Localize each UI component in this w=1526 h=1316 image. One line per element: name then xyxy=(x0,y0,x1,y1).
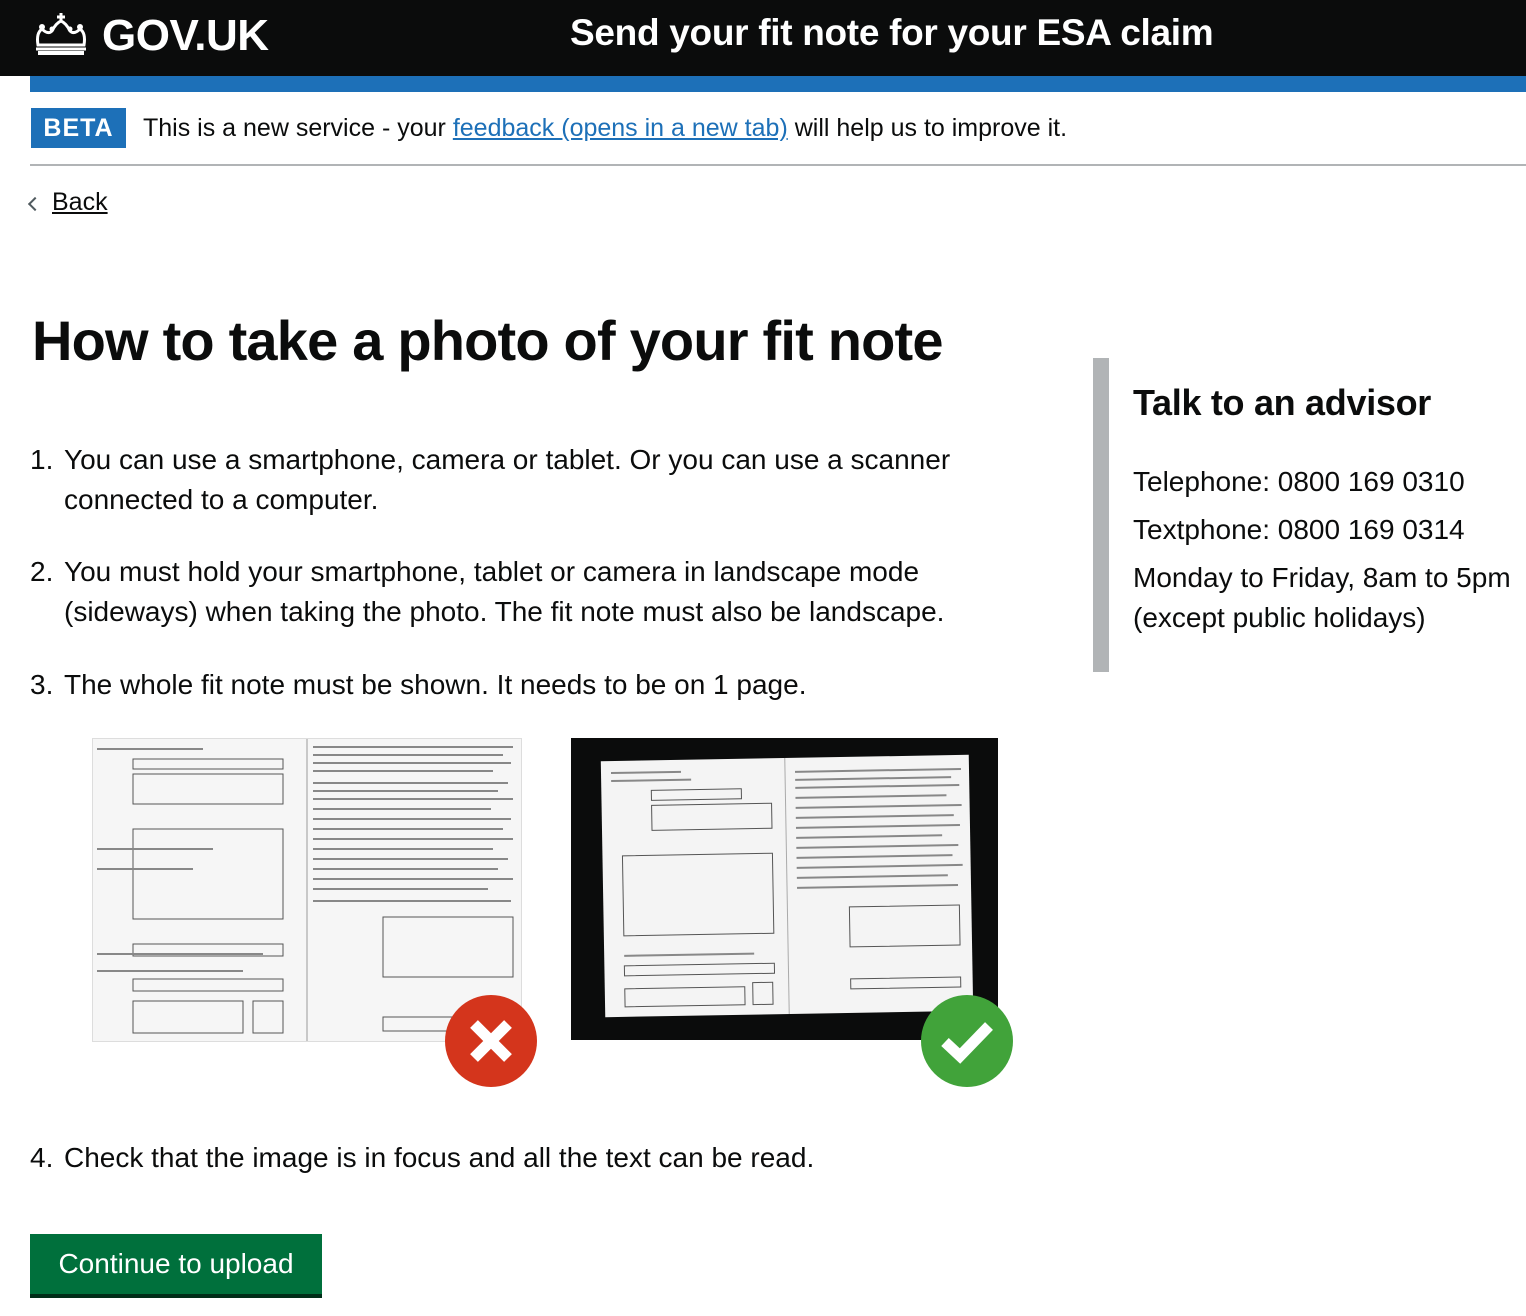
list-text: You can use a smartphone, camera or tabl… xyxy=(64,444,951,515)
govuk-logo-link[interactable]: GOV.UK xyxy=(30,8,269,64)
list-text: The whole fit note must be shown. It nee… xyxy=(64,669,807,700)
fit-note-paper xyxy=(600,754,974,1018)
list-number: 4. xyxy=(30,1142,54,1173)
crown-icon xyxy=(30,11,92,62)
fit-note-correct-example xyxy=(571,738,998,1040)
list-text: You must hold your smartphone, tablet or… xyxy=(64,556,945,627)
telephone-text: Telephone: 0800 169 0310 xyxy=(1133,466,1465,497)
back-link-container: Back xyxy=(27,188,108,217)
feedback-link[interactable]: feedback (opens in a new tab) xyxy=(453,114,788,142)
fit-note-form-illustration xyxy=(610,758,963,1014)
phase-banner-text: This is a new service - your feedback (o… xyxy=(143,114,1067,143)
cross-icon xyxy=(445,995,537,1087)
phase-banner: BETA This is a new service - your feedba… xyxy=(30,108,1526,166)
phase-text-before: This is a new service - your xyxy=(143,114,446,142)
contact-sidebar: Talk to an advisor Telephone: 0800 169 0… xyxy=(1093,358,1526,672)
fit-note-form-illustration xyxy=(93,739,521,1041)
header-blue-bar xyxy=(30,76,1526,92)
opening-hours-note: (except public holidays) xyxy=(1133,602,1426,633)
logo-text: GOV.UK xyxy=(102,11,269,60)
list-number: 2. xyxy=(30,556,54,587)
beta-tag: BETA xyxy=(31,108,126,148)
sidebar-title: Talk to an advisor xyxy=(1133,382,1432,423)
back-link[interactable]: Back xyxy=(52,188,108,217)
list-text: Check that the image is in focus and all… xyxy=(64,1142,815,1173)
chevron-left-icon xyxy=(27,196,43,211)
phase-text-after: will help us to improve it. xyxy=(794,114,1068,142)
list-number: 3. xyxy=(30,669,54,700)
textphone-text: Textphone: 0800 169 0314 xyxy=(1133,514,1465,545)
list-number: 1. xyxy=(30,444,54,475)
fit-note-cropped-example xyxy=(92,738,522,1042)
page-title: How to take a photo of your fit note xyxy=(32,309,944,372)
opening-hours-text: Monday to Friday, 8am to 5pm xyxy=(1133,562,1511,593)
tick-icon xyxy=(921,995,1013,1087)
continue-to-upload-button[interactable]: Continue to upload xyxy=(30,1234,322,1294)
service-name-link[interactable]: Send your fit note for your ESA claim xyxy=(570,12,1214,54)
header: GOV.UK Send your fit note for your ESA c… xyxy=(0,0,1526,76)
